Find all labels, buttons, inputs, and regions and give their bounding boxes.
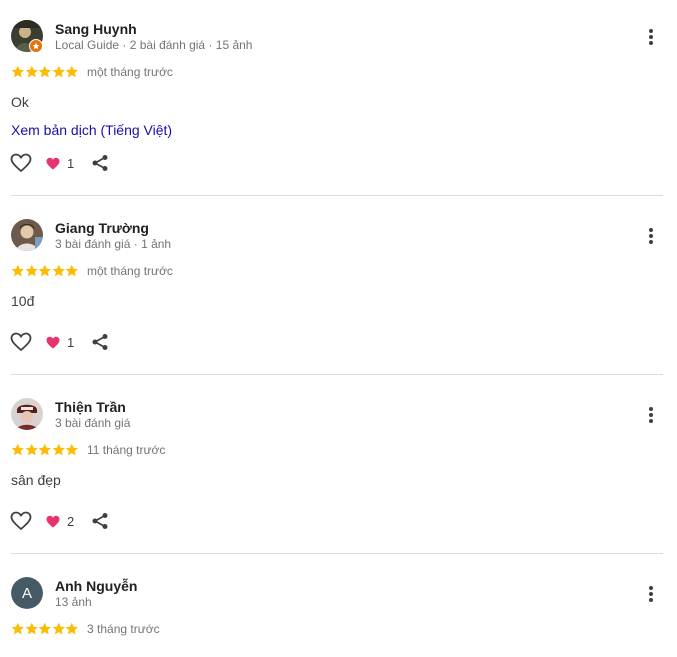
star-icon (25, 622, 38, 635)
star-icon (66, 443, 79, 456)
filled-heart-icon (46, 157, 60, 169)
reviewer-name[interactable]: Thiện Trần (55, 399, 126, 415)
filled-heart-icon (46, 336, 60, 348)
star-icon (66, 264, 79, 277)
reaction-count-value: 2 (67, 513, 75, 529)
translate-link[interactable]: Xem bản dịch (Tiếng Việt) (11, 122, 172, 138)
review-text: Ok (11, 94, 29, 110)
review-divider (11, 195, 663, 196)
star-icon (52, 443, 65, 456)
share-icon[interactable] (91, 512, 109, 530)
more-options-icon[interactable] (641, 224, 661, 248)
like-heart-icon[interactable] (10, 511, 32, 531)
reaction-count[interactable]: 1 (46, 333, 74, 351)
star-icon (38, 65, 52, 78)
star-icon (11, 443, 24, 456)
review-text: sân đẹp (11, 472, 61, 488)
review-time: 3 tháng trước (87, 622, 160, 636)
avatar[interactable] (11, 219, 43, 251)
reviewer-name[interactable]: Anh Nguyễn (55, 578, 137, 594)
like-heart-icon[interactable] (10, 332, 32, 352)
share-icon[interactable] (91, 154, 109, 172)
star-icon (38, 443, 52, 456)
review-time: một tháng trước (87, 264, 173, 278)
reviewer-name[interactable]: Giang Trường (55, 220, 149, 236)
star-rating (11, 622, 79, 636)
star-rating (11, 65, 79, 79)
star-icon (66, 65, 79, 78)
more-options-icon[interactable] (641, 25, 661, 49)
avatar-initial: A (11, 577, 43, 609)
review-time: một tháng trước (87, 65, 173, 79)
more-options-icon[interactable] (641, 403, 661, 427)
star-icon (38, 264, 52, 277)
share-icon[interactable] (91, 333, 109, 351)
avatar[interactable] (11, 398, 43, 430)
star-icon (11, 622, 24, 635)
star-icon (52, 622, 65, 635)
reviewer-meta: 3 bài đánh giá (55, 416, 131, 430)
review-divider (11, 553, 663, 554)
star-icon (11, 65, 24, 78)
review-time: 11 tháng trước (87, 443, 166, 457)
star-icon (25, 264, 38, 277)
reaction-count[interactable]: 2 (46, 512, 74, 530)
reviewer-meta: 13 ảnh (55, 595, 92, 609)
star-rating (11, 443, 79, 457)
review-text: 10đ (11, 293, 35, 309)
star-icon (11, 264, 24, 277)
reviewer-name[interactable]: Sang Huynh (55, 21, 137, 37)
star-icon (25, 65, 38, 78)
reviewer-meta: Local Guide · 2 bài đánh giá · 15 ảnh (55, 38, 253, 52)
star-icon (38, 622, 52, 635)
star-icon (52, 264, 65, 277)
like-heart-icon[interactable] (10, 153, 32, 173)
star-icon (25, 443, 38, 456)
star-icon (52, 65, 65, 78)
more-options-icon[interactable] (641, 582, 661, 606)
star-rating (11, 264, 79, 278)
reaction-count-value: 1 (67, 334, 75, 350)
local-guide-badge-icon (29, 39, 43, 53)
reaction-count[interactable]: 1 (46, 154, 74, 172)
reviewer-meta: 3 bài đánh giá · 1 ảnh (55, 237, 172, 251)
filled-heart-icon (46, 515, 60, 527)
star-icon (66, 622, 79, 635)
reaction-count-value: 1 (67, 155, 75, 171)
review-divider (11, 374, 663, 375)
avatar[interactable]: A (11, 577, 43, 609)
